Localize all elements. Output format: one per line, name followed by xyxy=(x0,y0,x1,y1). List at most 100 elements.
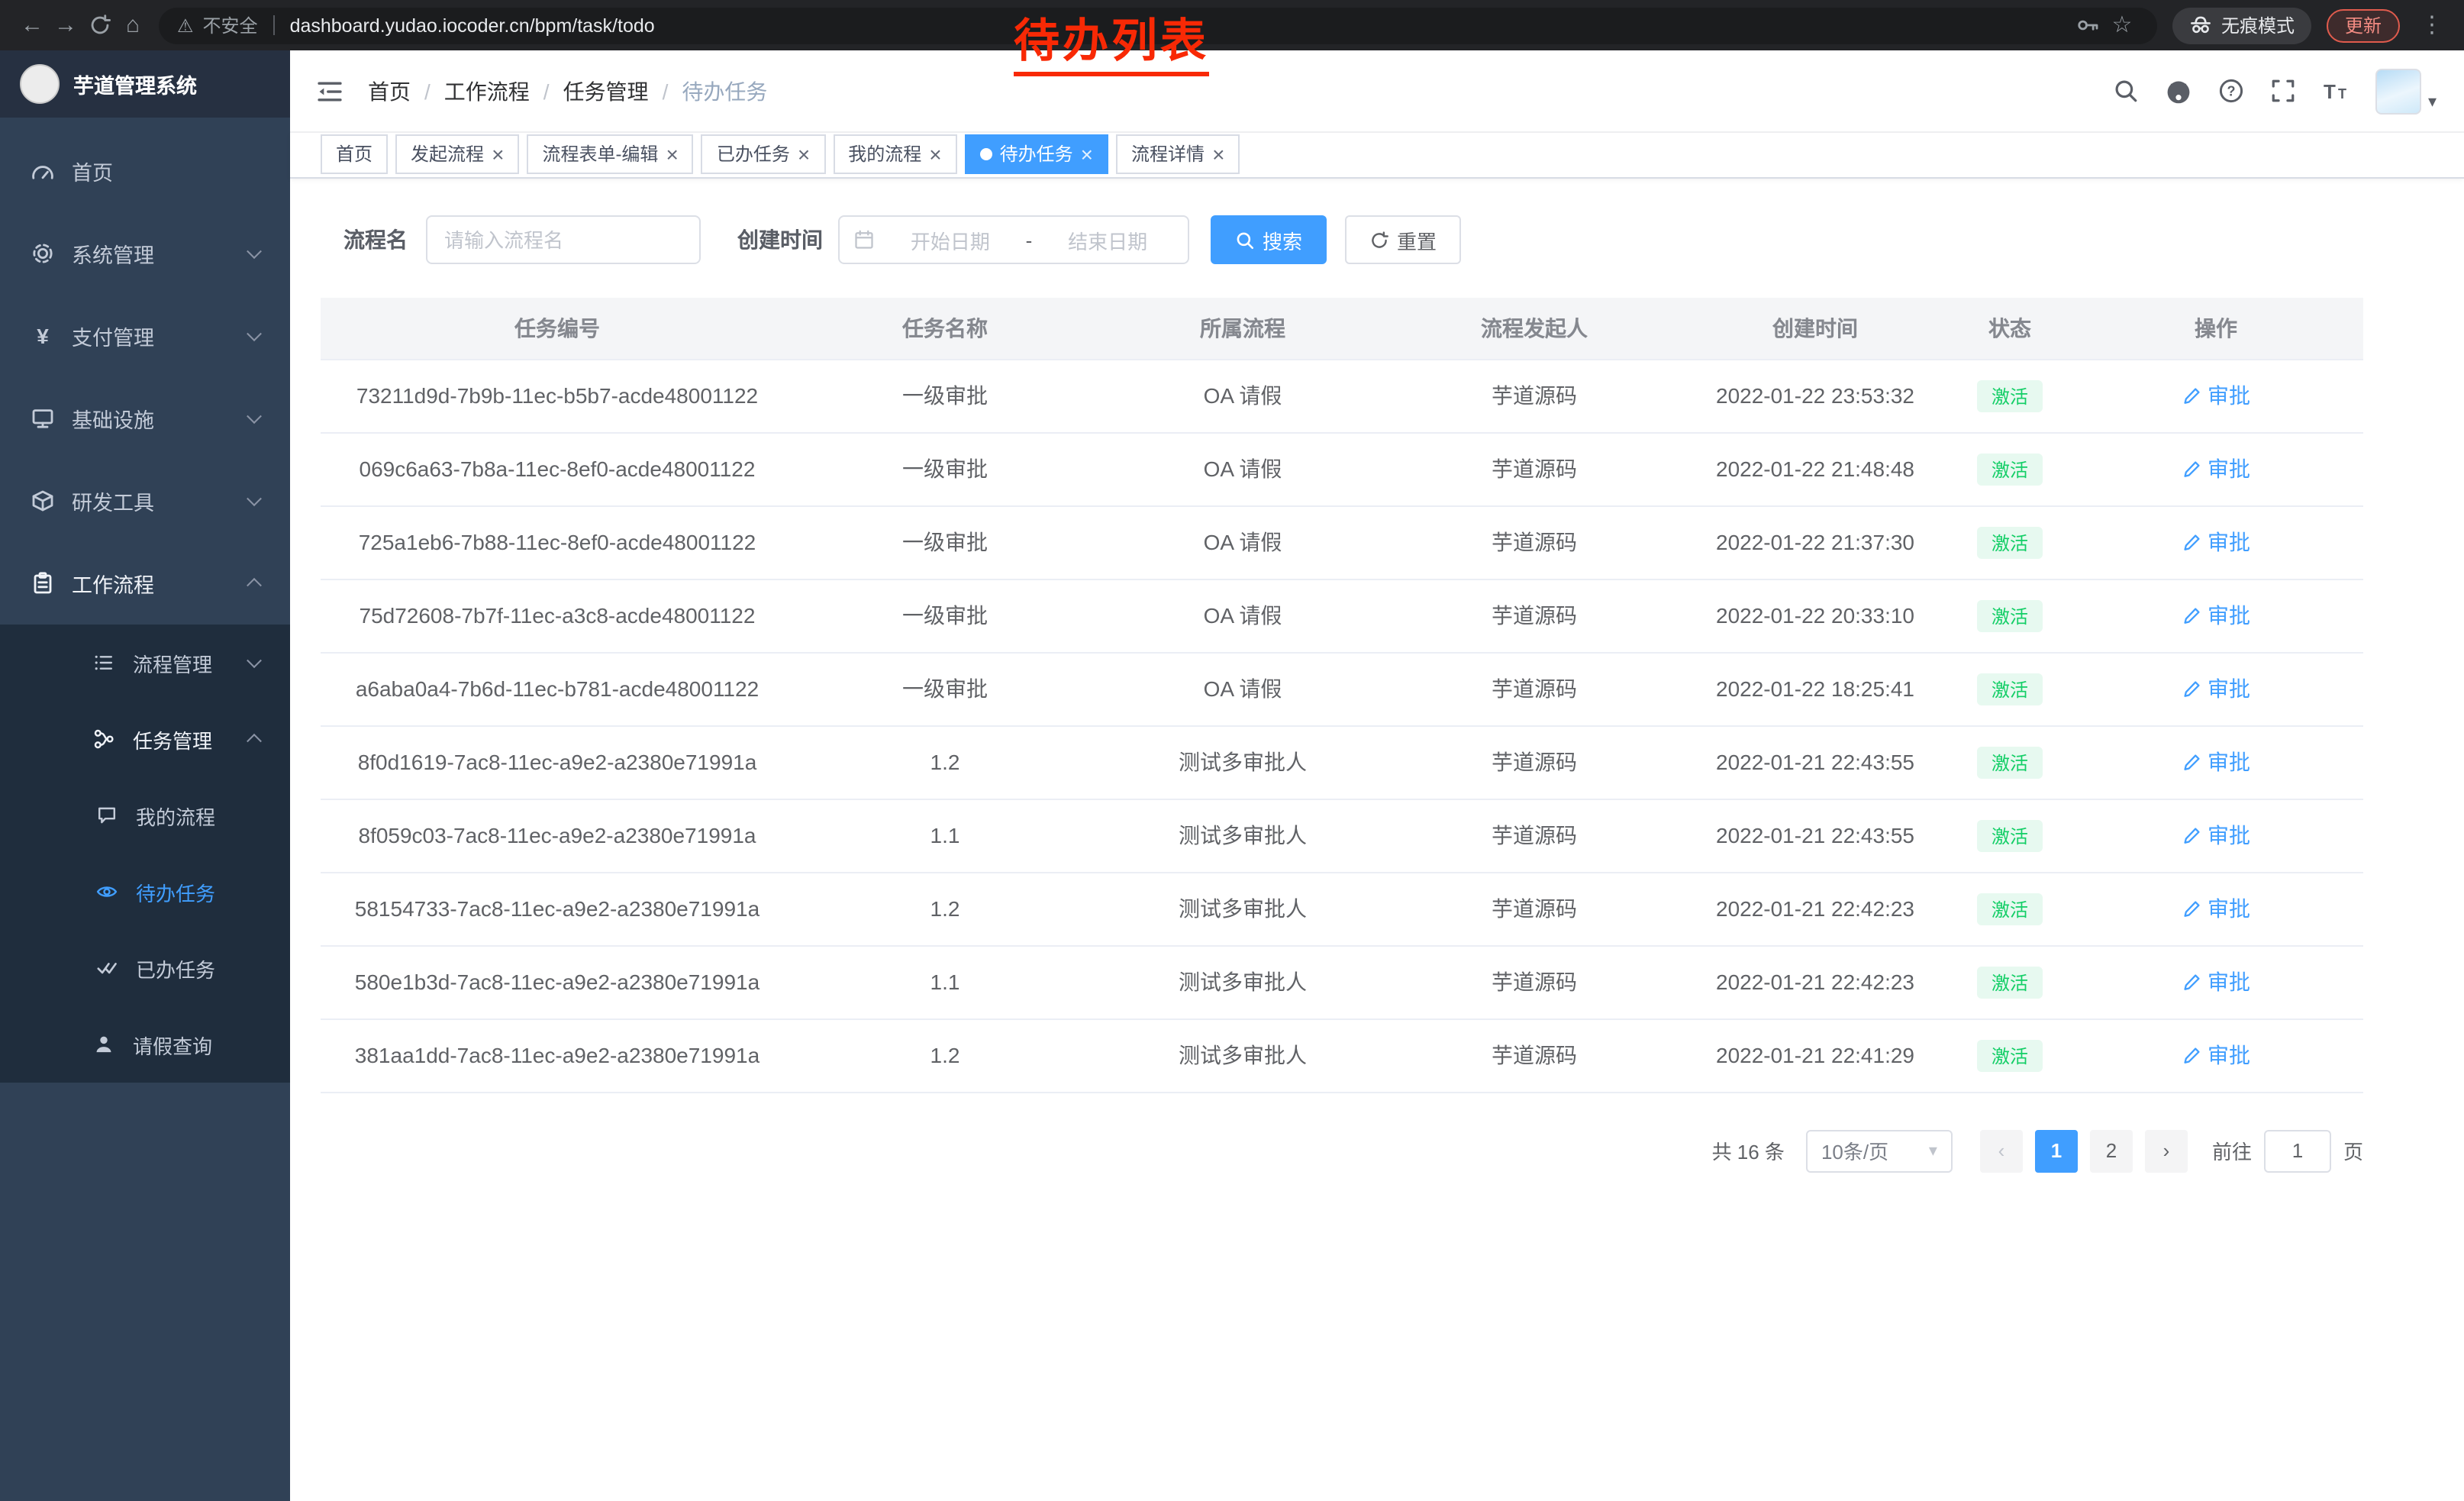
forward-icon[interactable]: → xyxy=(49,14,82,37)
end-date-placeholder[interactable]: 结束日期 xyxy=(1041,225,1174,254)
font-size-icon[interactable]: T T xyxy=(2323,78,2350,104)
page-button-1[interactable]: 1 xyxy=(2035,1129,2078,1172)
reset-button[interactable]: 重置 xyxy=(1345,215,1461,264)
fullscreen-icon[interactable] xyxy=(2271,78,2297,104)
search-button[interactable]: 搜索 xyxy=(1211,215,1327,264)
sidebar-item-infrastructure[interactable]: 基础设施 xyxy=(0,377,290,460)
not-secure-warning-icon: ⚠ xyxy=(177,15,194,36)
close-icon[interactable]: × xyxy=(929,143,941,164)
incognito-label: 无痕模式 xyxy=(2221,12,2295,38)
close-icon[interactable]: × xyxy=(666,143,678,164)
sidebar-item-payment[interactable]: ¥ 支付管理 xyxy=(0,295,290,377)
home-icon[interactable]: ⌂ xyxy=(116,14,150,37)
password-key-icon[interactable] xyxy=(2072,14,2105,37)
close-icon[interactable]: × xyxy=(1081,143,1093,164)
approve-link[interactable]: 审批 xyxy=(2182,893,2250,924)
approve-link[interactable]: 审批 xyxy=(2182,967,2250,997)
tab-form-edit[interactable]: 流程表单-编辑 × xyxy=(527,134,693,173)
cell-task-id: 8f059c03-7ac8-11ec-a9e2-a2380e71991a xyxy=(321,799,794,872)
svg-text:?: ? xyxy=(2227,83,2236,98)
cell-task-id: a6aba0a4-7b6d-11ec-b781-acde48001122 xyxy=(321,652,794,725)
app-logo[interactable]: 芋道管理系统 xyxy=(0,50,290,118)
cell-task-name: 1.2 xyxy=(794,872,1096,945)
edit-pencil-icon xyxy=(2182,605,2201,625)
search-icon[interactable] xyxy=(2114,78,2140,104)
approve-link[interactable]: 审批 xyxy=(2182,380,2250,411)
cell-process: OA 请假 xyxy=(1096,579,1389,652)
approve-link[interactable]: 审批 xyxy=(2182,454,2250,484)
approve-link[interactable]: 审批 xyxy=(2182,673,2250,704)
page-url[interactable]: dashboard.yudao.iocoder.cn/bpm/task/todo xyxy=(290,15,655,36)
approve-link[interactable]: 审批 xyxy=(2182,1040,2250,1070)
avatar[interactable] xyxy=(2376,68,2422,114)
sidebar-collapse-icon[interactable] xyxy=(316,77,343,105)
user-menu[interactable]: ▾ xyxy=(2376,68,2437,114)
sidebar-item-leave-query[interactable]: 请假查询 xyxy=(0,1006,290,1083)
browser-menu-icon[interactable]: ⋮ xyxy=(2415,14,2449,37)
sidebar-item-system[interactable]: 系统管理 xyxy=(0,212,290,295)
sidebar-item-done-task[interactable]: 已办任务 xyxy=(0,930,290,1006)
goto-page-input[interactable] xyxy=(2264,1129,2331,1172)
sidebar-item-workflow[interactable]: 工作流程 xyxy=(0,542,290,625)
sidebar-item-my-process[interactable]: 我的流程 xyxy=(0,777,290,854)
sidebar-item-todo-task[interactable]: 待办任务 xyxy=(0,854,290,930)
cell-status: 激活 xyxy=(1951,652,2069,725)
sidebar-item-task-mgmt[interactable]: 任务管理 xyxy=(0,701,290,777)
cell-task-name: 1.1 xyxy=(794,945,1096,1018)
date-range-picker[interactable]: 开始日期 - 结束日期 xyxy=(838,215,1189,264)
approve-link[interactable]: 审批 xyxy=(2182,600,2250,631)
browser-update-button[interactable]: 更新 xyxy=(2327,8,2400,42)
approve-link[interactable]: 审批 xyxy=(2182,820,2250,851)
tags-view-bar: 首页 发起流程 × 流程表单-编辑 × 已办任务 × 我的流程 × xyxy=(290,133,2464,179)
dashboard-icon xyxy=(31,159,55,183)
create-time-label: 创建时间 xyxy=(737,224,823,255)
tab-start-process[interactable]: 发起流程 × xyxy=(395,134,519,173)
cell-starter: 芋道源码 xyxy=(1389,1018,1679,1092)
col-create-time: 创建时间 xyxy=(1679,298,1951,359)
cell-status: 激活 xyxy=(1951,432,2069,505)
page-size-select[interactable]: 10条/页 ▾ xyxy=(1806,1129,1953,1172)
pagination-total: 共 16 条 xyxy=(1712,1136,1785,1165)
github-icon[interactable] xyxy=(2166,77,2193,105)
chevron-down-icon xyxy=(247,653,262,668)
close-icon[interactable]: × xyxy=(798,143,810,164)
breadcrumb-home[interactable]: 首页 xyxy=(368,76,411,106)
tab-process-detail[interactable]: 流程详情 × xyxy=(1116,134,1240,173)
approve-link[interactable]: 审批 xyxy=(2182,527,2250,557)
back-icon[interactable]: ← xyxy=(15,14,49,37)
goto-label: 前往 xyxy=(2212,1136,2252,1165)
tab-my-process[interactable]: 我的流程 × xyxy=(833,134,956,173)
breadcrumb-task-mgmt[interactable]: 任务管理 xyxy=(563,76,649,106)
tab-home[interactable]: 首页 xyxy=(321,134,388,173)
table-row: 069c6a63-7b8a-11ec-8ef0-acde48001122 一级审… xyxy=(321,432,2363,505)
edit-pencil-icon xyxy=(2182,459,2201,479)
flow-branch-icon xyxy=(92,727,116,751)
next-page-button[interactable]: › xyxy=(2145,1129,2188,1172)
svg-text:T: T xyxy=(2339,86,2347,102)
help-icon[interactable]: ? xyxy=(2219,78,2245,104)
col-task-name: 任务名称 xyxy=(794,298,1096,359)
eye-icon xyxy=(95,880,119,904)
breadcrumb-workflow[interactable]: 工作流程 xyxy=(444,76,530,106)
reload-icon[interactable] xyxy=(82,14,116,37)
cell-starter: 芋道源码 xyxy=(1389,579,1679,652)
cell-task-id: 580e1b3d-7ac8-11ec-a9e2-a2380e71991a xyxy=(321,945,794,1018)
bookmark-star-icon[interactable]: ☆ xyxy=(2105,14,2139,37)
tab-done-tasks[interactable]: 已办任务 × xyxy=(701,134,825,173)
status-badge: 激活 xyxy=(1978,526,2042,558)
cell-task-name: 一级审批 xyxy=(794,505,1096,579)
prev-page-button[interactable]: ‹ xyxy=(1980,1129,2023,1172)
cell-actions: 审批 xyxy=(2069,872,2363,945)
approve-link[interactable]: 审批 xyxy=(2182,747,2250,777)
start-date-placeholder[interactable]: 开始日期 xyxy=(884,225,1017,254)
close-icon[interactable]: × xyxy=(492,143,504,164)
omnibox-divider xyxy=(273,15,275,35)
sidebar-item-process-mgmt[interactable]: 流程管理 xyxy=(0,625,290,701)
process-name-input[interactable] xyxy=(426,215,701,264)
sidebar-item-devtools[interactable]: 研发工具 xyxy=(0,460,290,542)
page-button-2[interactable]: 2 xyxy=(2090,1129,2133,1172)
tab-todo-tasks[interactable]: 待办任务 × xyxy=(965,134,1108,173)
close-icon[interactable]: × xyxy=(1212,143,1224,164)
sidebar-item-home[interactable]: 首页 xyxy=(0,130,290,212)
yen-icon: ¥ xyxy=(31,324,55,348)
